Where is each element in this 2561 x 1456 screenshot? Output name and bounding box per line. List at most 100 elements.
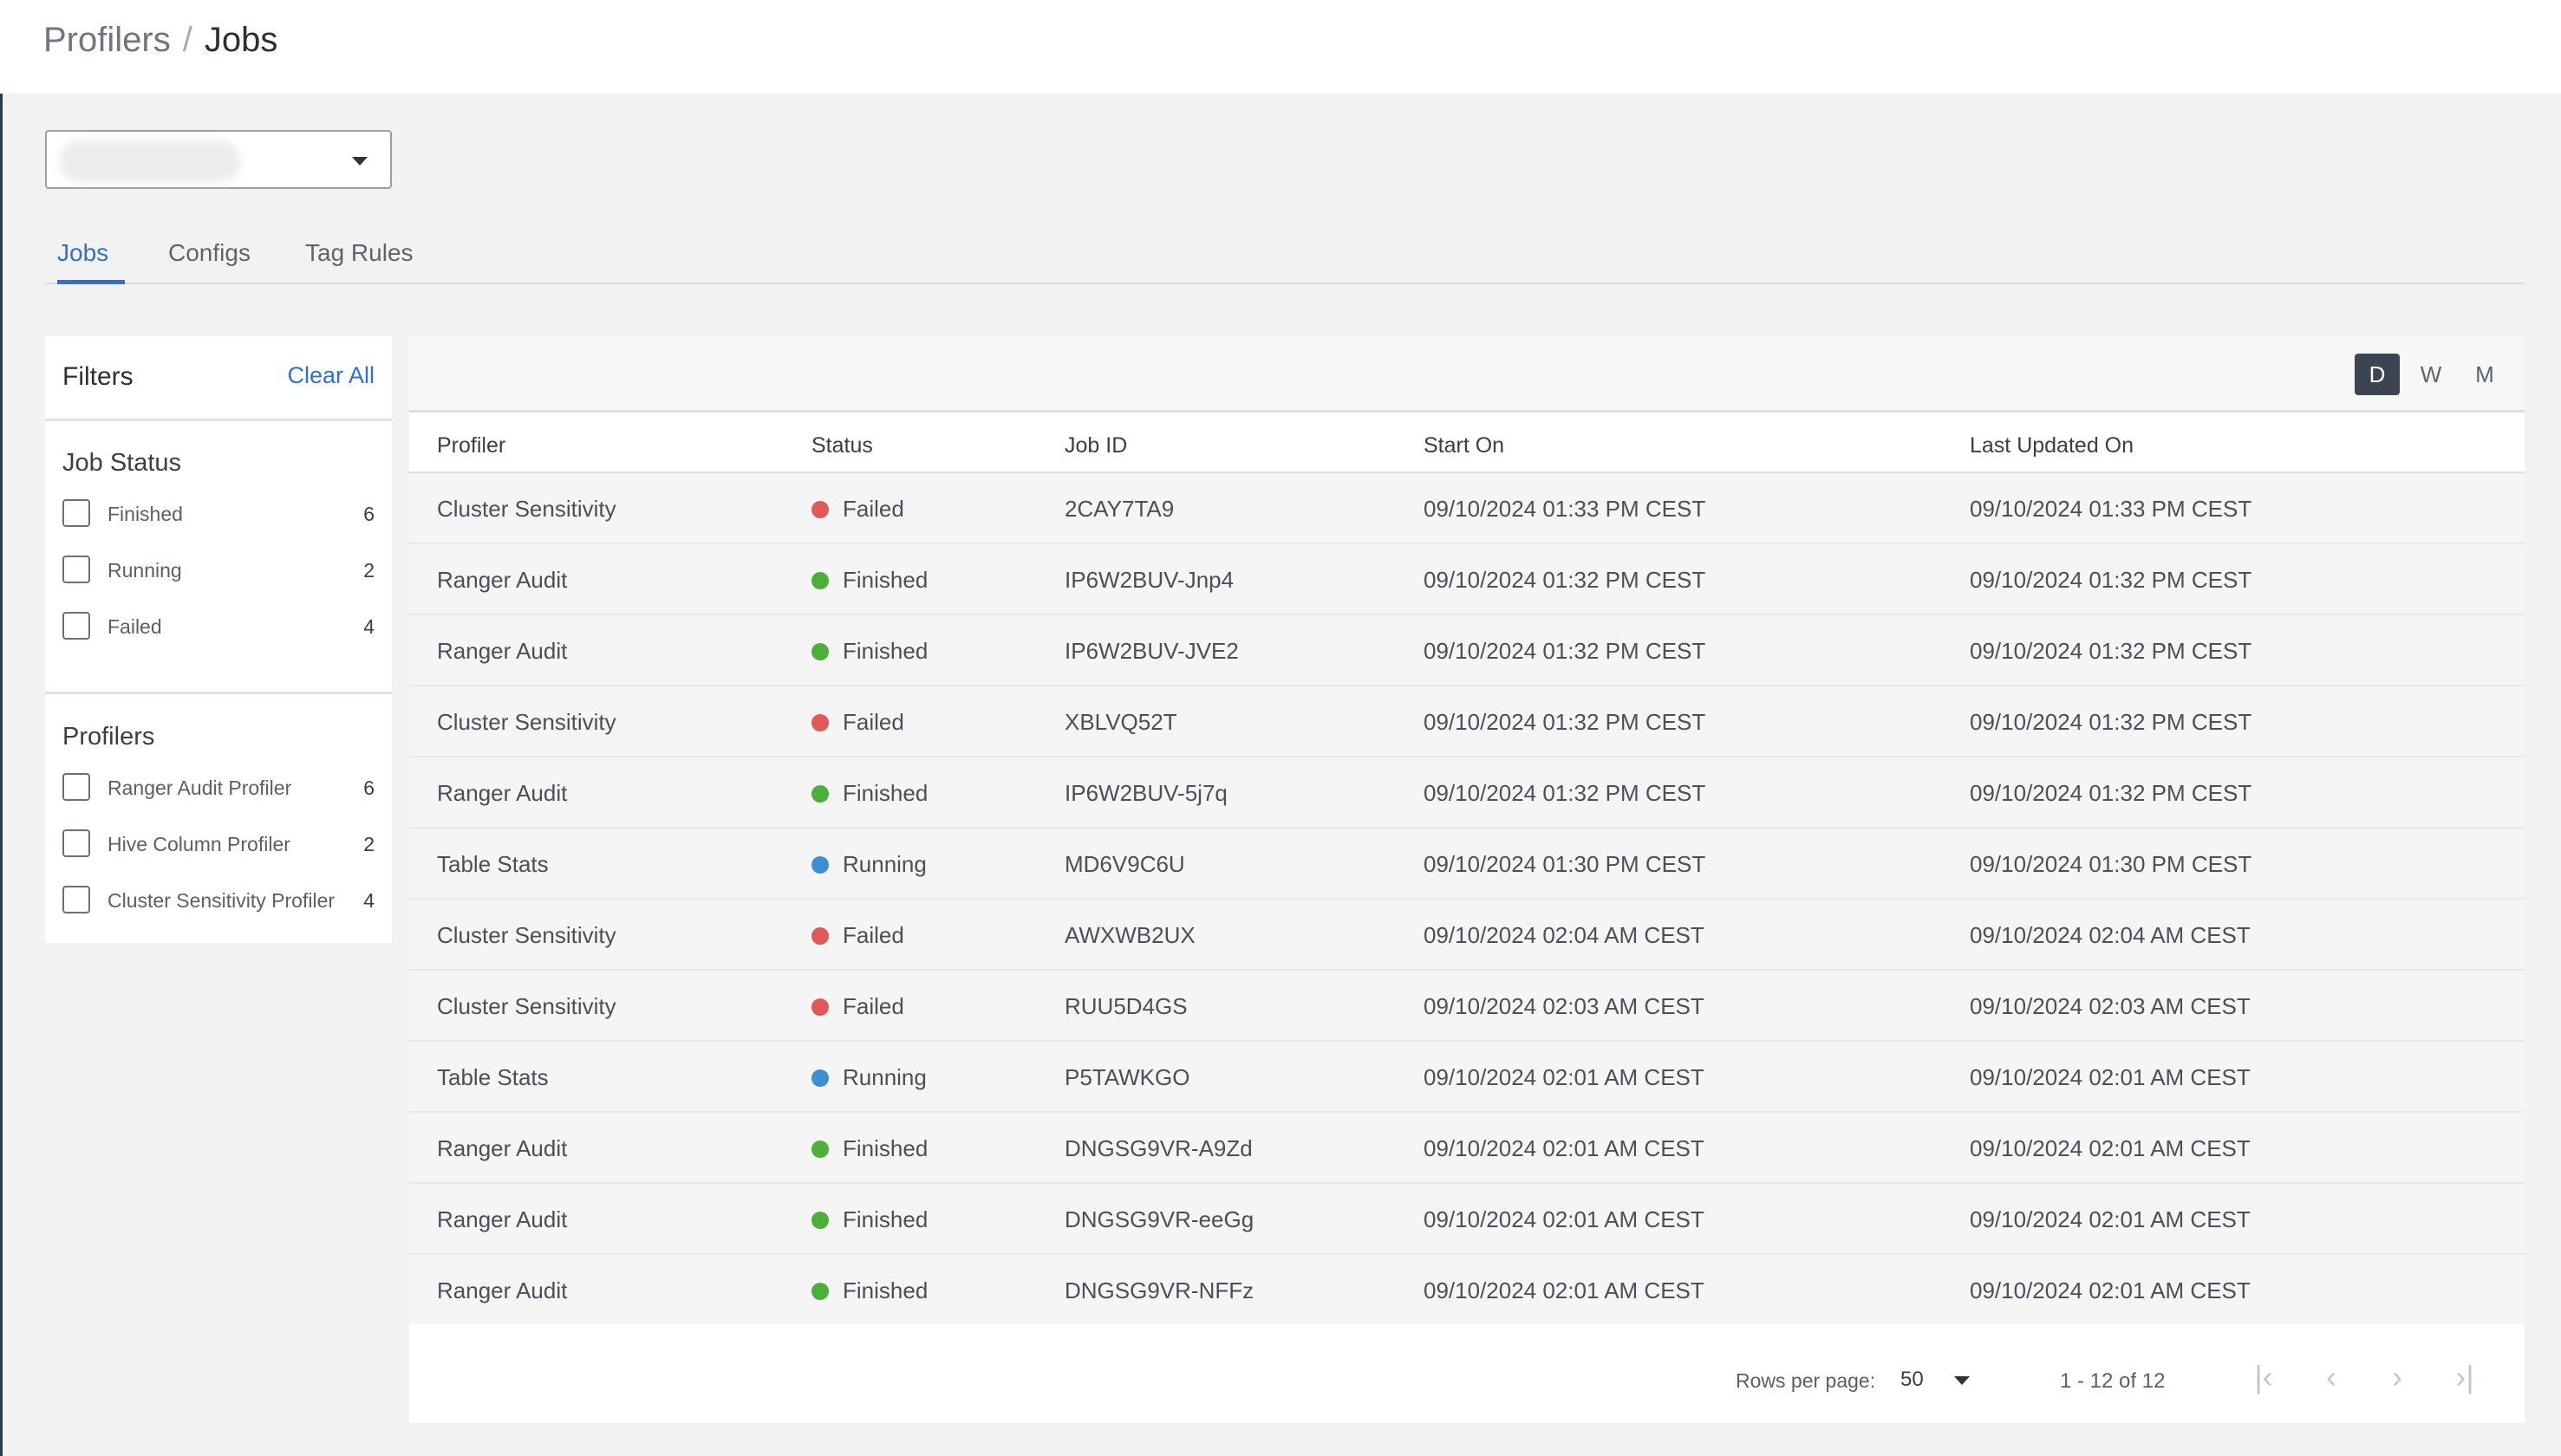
cell-status: Finished xyxy=(843,567,929,593)
breadcrumb: Profilers / Jobs xyxy=(43,21,277,60)
table-row[interactable]: Ranger Audit Finished IP6W2BUV-5j7q 09/1… xyxy=(409,757,2525,829)
filter-status-failed[interactable]: Failed 4 xyxy=(62,610,375,641)
cell-profiler: Table Stats xyxy=(437,1064,549,1090)
checkbox[interactable] xyxy=(62,612,90,640)
table-row[interactable]: Cluster Sensitivity Failed AWXWB2UX 09/1… xyxy=(409,900,2525,971)
tab-configs[interactable]: Configs xyxy=(168,239,251,284)
column-header-job-id[interactable]: Job ID xyxy=(1065,433,1127,458)
cell-last-updated: 09/10/2024 01:32 PM CEST xyxy=(1970,780,2252,806)
table-row[interactable]: Cluster Sensitivity Failed 2CAY7TA9 09/1… xyxy=(409,473,2525,544)
cell-job-id: MD6V9C6U xyxy=(1065,851,1185,877)
status-dot xyxy=(811,1141,829,1158)
table-toolbar: D W M xyxy=(409,336,2525,413)
table-row[interactable]: Table Stats Running MD6V9C6U 09/10/2024 … xyxy=(409,829,2525,900)
clear-all-link[interactable]: Clear All xyxy=(287,362,375,389)
cell-profiler: Cluster Sensitivity xyxy=(437,709,616,735)
cell-start-on: 09/10/2024 02:01 AM CEST xyxy=(1424,1206,1704,1232)
cell-status: Failed xyxy=(843,922,904,948)
cell-status: Failed xyxy=(843,496,904,522)
cell-start-on: 09/10/2024 01:32 PM CEST xyxy=(1424,709,1706,735)
filter-count: 4 xyxy=(363,889,375,912)
chevron-down-icon[interactable] xyxy=(1954,1376,1970,1385)
profilers-group-title: Profilers xyxy=(62,723,155,751)
status-dot xyxy=(811,643,829,660)
breadcrumb-separator: / xyxy=(182,21,192,59)
last-page-icon[interactable]: ›| xyxy=(2443,1355,2486,1399)
rows-per-page-select[interactable]: 50 xyxy=(1900,1368,1924,1392)
cell-start-on: 09/10/2024 02:04 AM CEST xyxy=(1424,922,1704,948)
filter-label: Cluster Sensitivity Profiler xyxy=(108,889,336,912)
filter-status-finished[interactable]: Finished 6 xyxy=(62,497,375,529)
status-dot xyxy=(811,927,829,945)
cell-job-id: RUU5D4GS xyxy=(1065,993,1188,1019)
cell-profiler: Table Stats xyxy=(437,851,549,877)
jobs-table-card: D W M Profiler Status Job ID Start On La… xyxy=(409,336,2525,1423)
column-header-last-updated-on[interactable]: Last Updated On xyxy=(1970,433,2134,458)
cell-status: Failed xyxy=(843,993,904,1019)
cell-profiler: Ranger Audit xyxy=(437,1206,568,1232)
table-row[interactable]: Ranger Audit Finished DNGSG9VR-A9Zd 09/1… xyxy=(409,1113,2525,1184)
next-page-icon[interactable]: › xyxy=(2375,1355,2419,1399)
cell-last-updated: 09/10/2024 01:32 PM CEST xyxy=(1970,638,2252,664)
table-row[interactable]: Ranger Audit Finished IP6W2BUV-Jnp4 09/1… xyxy=(409,544,2525,615)
status-dot xyxy=(811,856,829,874)
column-header-status[interactable]: Status xyxy=(811,433,873,458)
cell-status: Finished xyxy=(843,1277,929,1303)
tab-jobs[interactable]: Jobs xyxy=(57,239,125,284)
column-header-start-on[interactable]: Start On xyxy=(1424,433,1504,458)
filter-label: Running xyxy=(108,559,182,582)
range-month-button[interactable]: M xyxy=(2462,354,2507,395)
status-dot xyxy=(811,1283,829,1300)
filter-profiler-hive-column[interactable]: Hive Column Profiler 2 xyxy=(62,828,375,859)
range-day-button[interactable]: D xyxy=(2355,354,2400,395)
cell-start-on: 09/10/2024 01:32 PM CEST xyxy=(1424,638,1706,664)
table-row[interactable]: Cluster Sensitivity Failed RUU5D4GS 09/1… xyxy=(409,971,2525,1042)
table-row[interactable]: Table Stats Running P5TAWKGO 09/10/2024 … xyxy=(409,1042,2525,1113)
table-row[interactable]: Ranger Audit Finished DNGSG9VR-eeGg 09/1… xyxy=(409,1184,2525,1255)
filter-profiler-cluster-sensitivity[interactable]: Cluster Sensitivity Profiler 4 xyxy=(62,884,375,915)
cell-status: Finished xyxy=(843,638,929,664)
first-page-icon[interactable]: |‹ xyxy=(2242,1355,2285,1399)
filter-label: Hive Column Profiler xyxy=(108,833,290,855)
status-dot xyxy=(811,572,829,589)
filter-status-running[interactable]: Running 2 xyxy=(62,554,375,585)
table-row[interactable]: Ranger Audit Finished IP6W2BUV-JVE2 09/1… xyxy=(409,615,2525,686)
checkbox[interactable] xyxy=(62,829,90,857)
tab-tag-rules[interactable]: Tag Rules xyxy=(305,239,414,284)
cell-start-on: 09/10/2024 01:33 PM CEST xyxy=(1424,496,1706,522)
checkbox[interactable] xyxy=(62,556,90,583)
cell-job-id: IP6W2BUV-5j7q xyxy=(1065,780,1228,806)
table-header: Profiler Status Job ID Start On Last Upd… xyxy=(409,413,2525,473)
environment-select[interactable] xyxy=(45,130,392,189)
range-week-button[interactable]: W xyxy=(2408,354,2453,395)
status-dot xyxy=(811,1212,829,1229)
cell-job-id: P5TAWKGO xyxy=(1065,1064,1190,1090)
filter-count: 2 xyxy=(363,559,375,582)
filter-profiler-ranger-audit[interactable]: Ranger Audit Profiler 6 xyxy=(62,771,375,803)
checkbox[interactable] xyxy=(62,773,90,801)
breadcrumb-profilers-link[interactable]: Profilers xyxy=(43,21,171,60)
rows-per-page-label: Rows per page: xyxy=(1736,1369,1876,1392)
cell-last-updated: 09/10/2024 01:32 PM CEST xyxy=(1970,709,2252,735)
left-edge-bar xyxy=(0,0,3,1456)
cell-profiler: Cluster Sensitivity xyxy=(437,922,616,948)
checkbox[interactable] xyxy=(62,886,90,913)
redacted-selected-value xyxy=(59,140,241,182)
cell-status: Running xyxy=(843,851,927,877)
filter-count: 4 xyxy=(363,615,375,638)
previous-page-icon[interactable]: ‹ xyxy=(2310,1355,2353,1399)
table-row[interactable]: Cluster Sensitivity Failed XBLVQ52T 09/1… xyxy=(409,686,2525,757)
column-header-profiler[interactable]: Profiler xyxy=(437,433,505,458)
filters-panel: Filters Clear All Job Status Finished 6 … xyxy=(45,336,392,943)
filter-count: 6 xyxy=(363,777,375,799)
cell-job-id: 2CAY7TA9 xyxy=(1065,496,1175,522)
cell-last-updated: 09/10/2024 01:30 PM CEST xyxy=(1970,851,2252,877)
chevron-down-icon xyxy=(352,157,368,166)
cell-status: Failed xyxy=(843,709,904,735)
filter-label: Finished xyxy=(108,503,183,525)
cell-last-updated: 09/10/2024 01:33 PM CEST xyxy=(1970,496,2252,522)
checkbox[interactable] xyxy=(62,499,90,527)
filters-title: Filters xyxy=(62,362,134,391)
table-row[interactable]: Ranger Audit Finished DNGSG9VR-NFFz 09/1… xyxy=(409,1255,2525,1326)
filter-label: Failed xyxy=(108,615,162,638)
